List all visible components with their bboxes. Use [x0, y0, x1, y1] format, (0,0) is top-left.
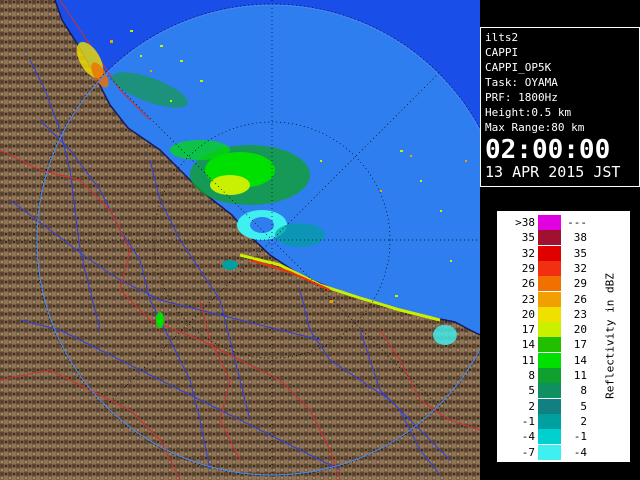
legend-color-swatch	[538, 245, 561, 261]
legend-color-swatch	[538, 398, 561, 414]
legend-color-swatch	[538, 337, 561, 353]
product-id: CAPPI_OP5K	[485, 61, 552, 74]
legend-low-value: 14	[521, 338, 535, 352]
legend-high-value: 38	[573, 231, 587, 245]
legend-color-swatch	[538, 215, 561, 230]
legend-color-swatch	[538, 306, 561, 322]
legend-title: Reflectivity in dBZ	[603, 273, 617, 399]
legend-low-value: 23	[521, 292, 535, 306]
legend-high-value: 8	[580, 384, 587, 398]
task-label: Task: OYAMA	[485, 76, 558, 89]
legend-low-value: 32	[521, 246, 535, 260]
legend-high-value: 32	[573, 261, 587, 275]
legend-low-value: 35	[521, 231, 535, 245]
legend-low-value: 2	[528, 399, 535, 413]
legend-high-value: 5	[580, 399, 587, 413]
legend-high-value: ---	[567, 216, 587, 229]
legend-low-value: -1	[521, 414, 535, 428]
legend-high-value: 14	[573, 353, 587, 367]
legend-row: 8 11	[497, 368, 589, 383]
legend-high-value: -4	[573, 445, 587, 459]
legend-row: 17 20	[497, 322, 589, 338]
legend-row: 35 38	[497, 230, 589, 246]
legend-low-value: 17	[521, 323, 535, 337]
legend-color-swatch	[538, 413, 561, 429]
legend-color-swatch	[538, 444, 561, 460]
legend-color-swatch	[538, 429, 561, 445]
legend-high-value: 23	[573, 307, 587, 321]
legend-row: 32 35	[497, 245, 589, 261]
legend-row: >38 ---	[497, 215, 589, 230]
legend-row: 11 14	[497, 352, 589, 368]
legend-high-value: 17	[573, 338, 587, 352]
legend-high-value: 11	[573, 369, 587, 382]
legend-low-value: 20	[521, 307, 535, 321]
legend-low-value: 29	[521, 261, 535, 275]
legend-color-swatch	[538, 276, 561, 292]
legend-color-swatch	[538, 352, 561, 368]
legend-color-swatch	[538, 291, 561, 307]
prf-label: PRF: 1800Hz	[485, 91, 558, 104]
legend-high-value: 35	[573, 246, 587, 260]
legend-color-swatch	[538, 260, 561, 276]
legend-row: 23 26	[497, 291, 589, 307]
legend-row: 29 32	[497, 260, 589, 276]
legend-row: -4 -1	[497, 429, 589, 445]
legend-title-box: Reflectivity in dBZ	[590, 211, 630, 461]
legend-color-swatch	[538, 322, 561, 338]
legend-row: 25	[497, 398, 589, 414]
product-name: CAPPI	[485, 46, 519, 59]
legend-color-swatch	[538, 383, 561, 399]
legend-color-swatch	[538, 230, 561, 246]
legend-row: 14 17	[497, 337, 589, 353]
max-range-label: Max Range:80 km	[485, 121, 585, 134]
height-label: Height:0.5 km	[485, 106, 572, 119]
legend-low-value: 26	[521, 277, 535, 291]
legend-row: 26 29	[497, 276, 589, 292]
station-name: ilts2	[485, 31, 519, 44]
legend-low-value: -7	[521, 445, 535, 459]
radar-map	[0, 0, 480, 480]
legend-low-value: 11	[521, 353, 535, 367]
legend-low-value: 5	[528, 384, 535, 398]
legend-row: -7 -4	[497, 444, 589, 460]
legend-row: -1 2	[497, 413, 589, 429]
legend-low-value: >38	[515, 216, 535, 229]
legend-high-value: 2	[580, 414, 587, 428]
legend-high-value: 26	[573, 292, 587, 306]
observation-time: 02:00:00	[485, 135, 611, 165]
legend-high-value: -1	[573, 430, 587, 444]
legend-low-value: 8	[528, 369, 535, 382]
radar-info-panel: ilts2 CAPPI CAPPI_OP5K Task: OYAMA PRF: …	[480, 27, 640, 187]
legend-high-value: 29	[573, 277, 587, 291]
observation-date: 13 APR 2015 JST	[485, 163, 621, 181]
legend-low-value: -4	[521, 430, 535, 444]
legend-high-value: 20	[573, 323, 587, 337]
reflectivity-legend: >38 --- 35 38 32 35 29 32 26 29 23 26 20 23 17 20 14 17 11…	[496, 210, 631, 463]
legend-color-swatch	[538, 368, 561, 383]
legend-row: 58	[497, 383, 589, 399]
legend-row: 20 23	[497, 306, 589, 322]
